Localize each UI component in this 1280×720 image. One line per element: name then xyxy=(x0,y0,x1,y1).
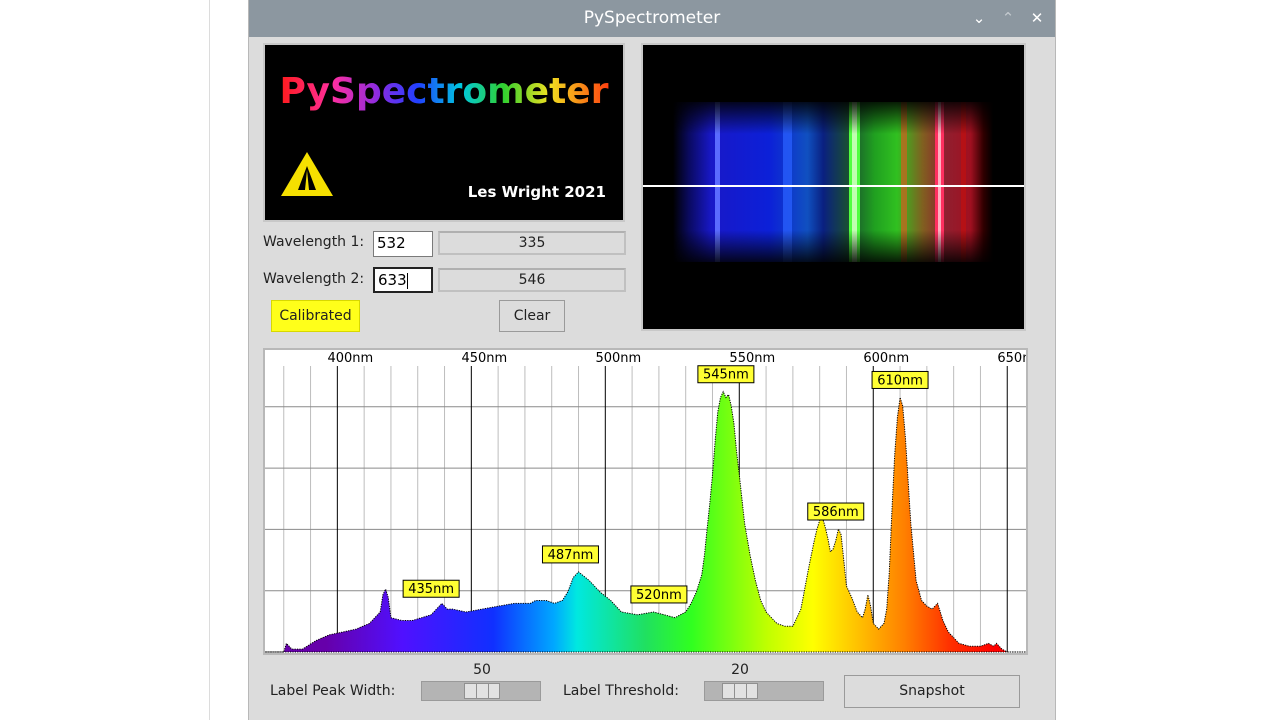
x-tick-label: 500nm xyxy=(595,351,641,366)
logo-panel: PySpectrometer Les Wright 2021 xyxy=(263,43,625,222)
spectrum-intensity-area xyxy=(265,390,1026,653)
peak-label-text: 435nm xyxy=(408,582,454,597)
minimize-icon[interactable]: ⌄ xyxy=(968,6,990,30)
x-tick-label: 550nm xyxy=(729,351,775,366)
snapshot-button[interactable]: Snapshot xyxy=(844,675,1020,708)
wavelength2-input[interactable]: 633 xyxy=(373,267,433,293)
peak-label: 435nm xyxy=(402,579,460,598)
x-tick-label: 600nm xyxy=(863,351,909,366)
wavelength2-label: Wavelength 2: xyxy=(263,271,365,287)
logo-title: PySpectrometer xyxy=(280,71,609,112)
peak-label-text: 545nm xyxy=(703,368,749,383)
peak-label-text: 487nm xyxy=(548,548,594,563)
peak-labels: 435nm 487nm 520nm 545nm 586nm 610nm xyxy=(402,365,929,604)
peak-label-text: 586nm xyxy=(813,505,859,520)
logo-author: Les Wright 2021 xyxy=(468,183,606,201)
peak-label-text: 520nm xyxy=(636,588,682,603)
clear-button[interactable]: Clear xyxy=(499,300,565,332)
peak-label: 545nm xyxy=(697,365,755,384)
peak-width-slider-handle[interactable] xyxy=(464,683,500,699)
close-icon[interactable]: ✕ xyxy=(1026,6,1048,30)
logo-image: PySpectrometer Les Wright 2021 xyxy=(280,71,609,201)
maximize-icon[interactable]: ⌃ xyxy=(997,6,1019,30)
spectrum-chart: 400nm 450nm 500nm 550nm 600nm 650nm 435nm 487n… xyxy=(265,351,1043,653)
spectrum-camera-image xyxy=(643,102,1024,262)
threshold-label: Label Threshold: xyxy=(563,683,679,699)
threshold-value: 20 xyxy=(731,662,749,678)
text-cursor xyxy=(406,272,408,289)
x-tick-label: 650nm xyxy=(997,351,1026,366)
camera-preview xyxy=(641,43,1026,331)
title-bar[interactable]: PySpectrometer ⌄ ⌃ ✕ xyxy=(249,0,1055,37)
wavelength1-input[interactable]: 532 xyxy=(373,231,433,257)
wavelength2-pixel-readout: 546 xyxy=(438,268,626,292)
threshold-slider[interactable] xyxy=(704,681,824,701)
spectrum-area xyxy=(265,390,1026,653)
peak-width-slider[interactable] xyxy=(421,681,541,701)
peak-label: 487nm xyxy=(541,545,599,564)
wavelength1-pixel-readout: 335 xyxy=(438,231,626,255)
threshold-slider-handle[interactable] xyxy=(722,683,758,699)
wavelength1-label: Wavelength 1: xyxy=(263,234,365,250)
peak-label: 520nm xyxy=(630,585,688,604)
x-tick-label: 400nm xyxy=(327,351,373,366)
peak-width-value: 50 xyxy=(473,662,491,678)
window-title: PySpectrometer xyxy=(583,8,721,28)
wavelength-axis: 400nm 450nm 500nm 550nm 600nm 650nm xyxy=(327,351,1043,366)
logo-emblem-icon xyxy=(281,152,333,196)
x-tick-label: 450nm xyxy=(461,351,507,366)
peak-width-label: Label Peak Width: xyxy=(270,683,396,699)
peak-label: 586nm xyxy=(807,502,865,521)
wavelength2-input-value: 633 xyxy=(378,271,407,289)
peak-label: 610nm xyxy=(871,370,929,389)
spectrum-graph: 400nm 450nm 500nm 550nm 600nm 650nm 435nm 487n… xyxy=(263,348,1043,655)
background-divider xyxy=(209,0,210,720)
calibrated-button[interactable]: Calibrated xyxy=(271,300,360,332)
peak-label-text: 610nm xyxy=(877,373,923,388)
